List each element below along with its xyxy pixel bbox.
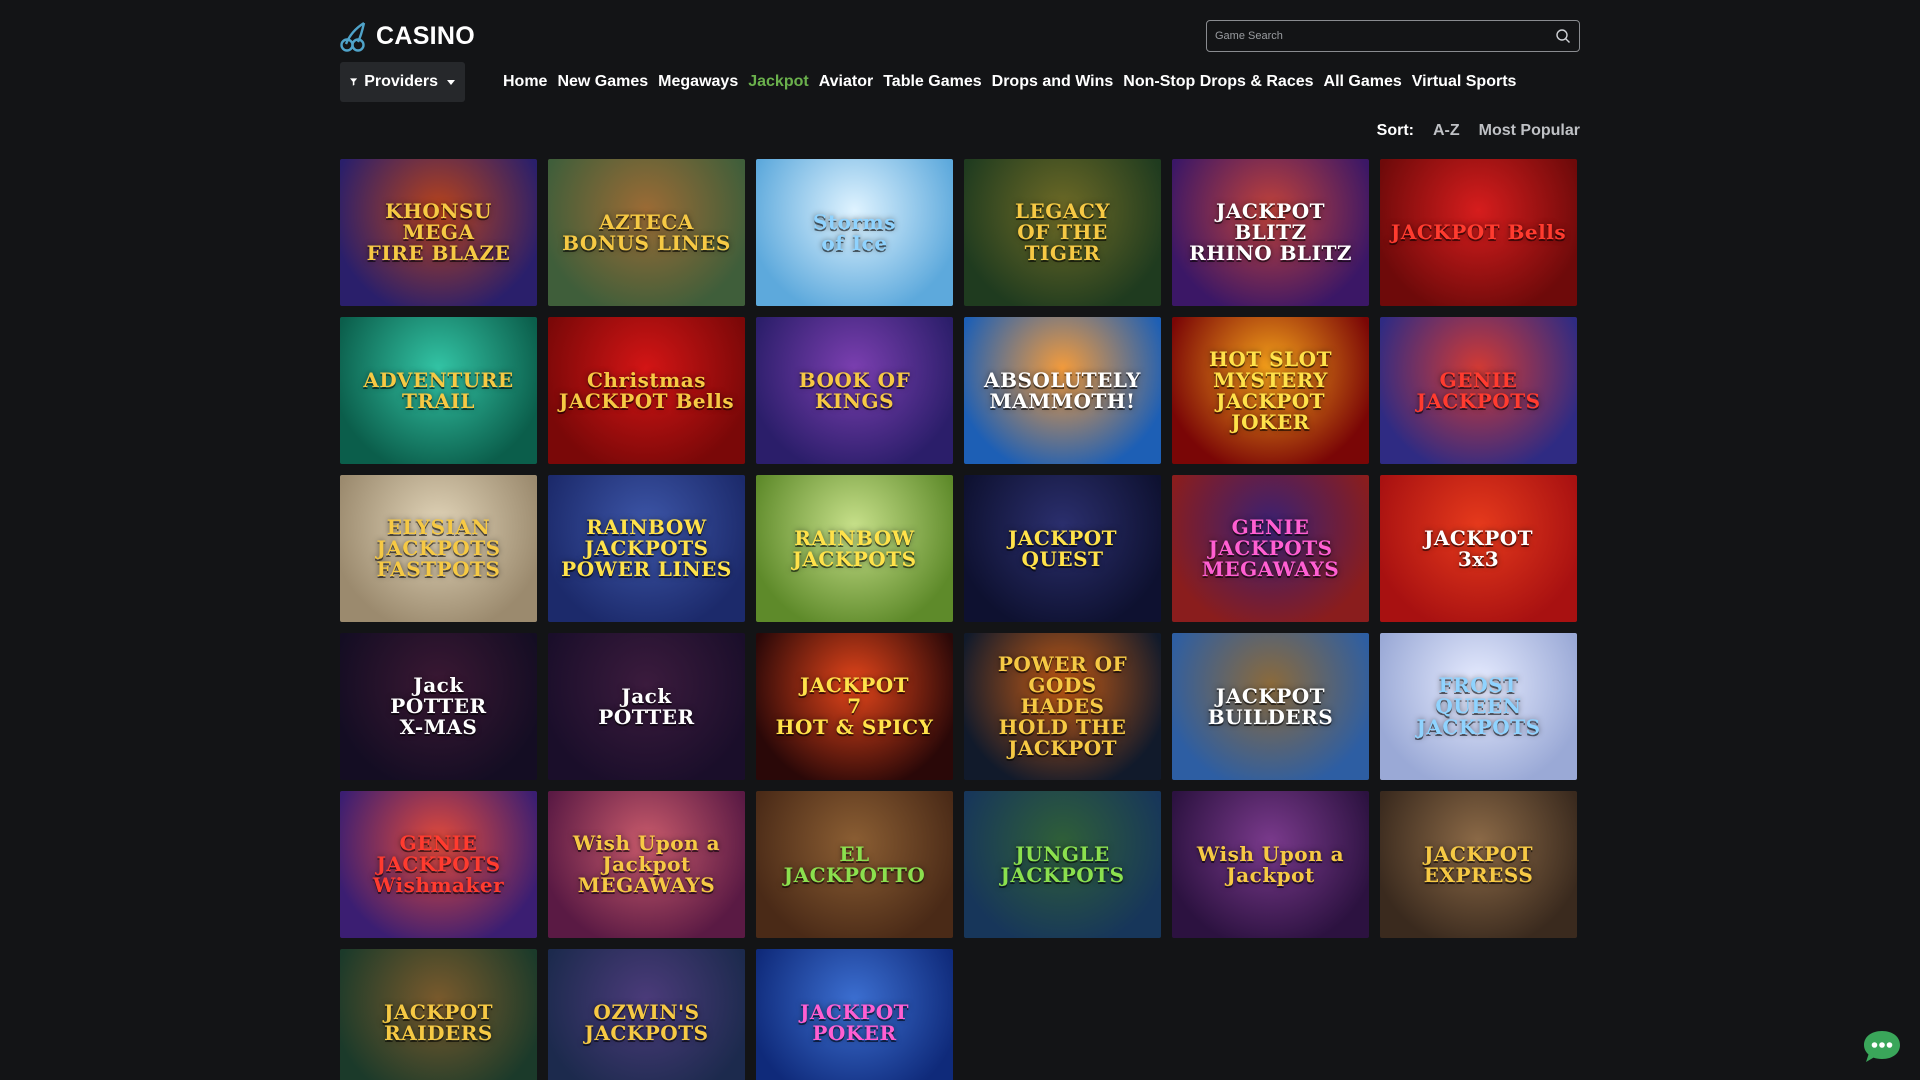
nav-item-all-games[interactable]: All Games [1324,73,1402,91]
game-title: Jack POTTER [598,683,695,729]
game-tile[interactable]: JACKPOT BLITZ RHINO BLITZ [1172,159,1369,306]
game-title: JACKPOT RAIDERS [383,999,494,1045]
game-tile[interactable]: GENIE JACKPOTS Wishmaker [340,791,537,938]
casino-logo[interactable]: CASINO [340,20,475,52]
game-tile[interactable]: HOT SLOT MYSTERY JACKPOT JOKER [1172,317,1369,464]
game-search-input[interactable] [1215,30,1555,42]
game-tile[interactable]: ABSOLUTELY MAMMOTH! [964,317,1161,464]
sort-bar: Sort: A-Z Most Popular [1377,122,1580,140]
game-title: ELYSIAN JACKPOTS FASTPOTS [376,515,501,581]
game-title: GENIE JACKPOTS Wishmaker [372,831,505,897]
game-tile[interactable]: GENIE JACKPOTS MEGAWAYS [1172,475,1369,622]
game-title: GENIE JACKPOTS MEGAWAYS [1201,515,1340,581]
game-title: Christmas JACKPOT Bells [558,367,735,413]
game-tile[interactable]: JACKPOT POKER [756,949,953,1080]
game-tile[interactable]: BOOK OF KINGS [756,317,953,464]
game-tile[interactable]: JACKPOT Bells [1380,159,1577,306]
game-title: POWER OF GODS HADES HOLD THE JACKPOT [997,652,1128,760]
game-tile[interactable]: OZWIN'S JACKPOTS [548,949,745,1080]
game-tile[interactable]: ADVENTURE TRAIL [340,317,537,464]
game-title: OZWIN'S JACKPOTS [584,999,709,1045]
game-tile[interactable]: JACKPOT RAIDERS [340,949,537,1080]
game-tile[interactable]: Christmas JACKPOT Bells [548,317,745,464]
cherry-logo-icon [340,21,366,52]
nav-item-aviator[interactable]: Aviator [819,73,874,91]
sort-label: Sort: [1376,122,1414,139]
nav-item-drops-and-wins[interactable]: Drops and Wins [992,73,1114,91]
game-title: AZTECA BONUS LINES [562,209,731,255]
game-title: HOT SLOT MYSTERY JACKPOT JOKER [1209,346,1332,434]
nav-item-virtual-sports[interactable]: Virtual Sports [1412,73,1517,91]
category-nav: Home New Games Megaways Jackpot Aviator Table… [503,73,1526,91]
chat-bubble-icon[interactable] [1862,1029,1902,1065]
game-tile[interactable]: RAINBOW JACKPOTS [756,475,953,622]
game-title: JACKPOT QUEST [1007,525,1118,571]
game-tile[interactable]: EL JACKPOTTO [756,791,953,938]
game-title: JACKPOT 3x3 [1423,525,1534,571]
game-tile[interactable]: Storms of Ice [756,159,953,306]
game-title: RAINBOW JACKPOTS POWER LINES [561,515,732,581]
game-tile[interactable]: Wish Upon a Jackpot MEGAWAYS [548,791,745,938]
providers-dropdown[interactable]: Providers [340,62,465,102]
game-title: JACKPOT Bells [1390,220,1567,244]
game-title: JACKPOT POKER [799,999,910,1045]
game-tile[interactable]: KHONSU MEGA FIRE BLAZE [340,159,537,306]
game-tile[interactable]: JACKPOT EXPRESS [1380,791,1577,938]
nav-item-new-games[interactable]: New Games [557,73,648,91]
game-tile[interactable]: Jack POTTER X-MAS [340,633,537,780]
game-title: BOOK OF KINGS [798,367,911,413]
chevron-down-icon [447,79,455,85]
search-icon[interactable] [1555,28,1571,44]
game-title: ADVENTURE TRAIL [363,367,514,413]
game-title: EL JACKPOTTO [783,841,926,887]
filter-icon [350,78,358,86]
game-title: JACKPOT EXPRESS [1423,841,1534,887]
game-tile[interactable]: JACKPOT 7 HOT & SPICY [756,633,953,780]
game-search-box[interactable] [1206,20,1580,52]
game-tile[interactable]: FROST QUEEN JACKPOTS [1380,633,1577,780]
game-title: Wish Upon a Jackpot MEGAWAYS [572,831,721,897]
game-title: Wish Upon a Jackpot [1196,841,1345,887]
game-title: GENIE JACKPOTS [1416,367,1541,413]
game-title: ABSOLUTELY MAMMOTH! [984,367,1141,413]
game-tile[interactable]: JUNGLE JACKPOTS [964,791,1161,938]
game-title: JACKPOT 7 HOT & SPICY [775,673,934,739]
game-tile[interactable]: LEGACY OF THE TIGER [964,159,1161,306]
game-tile[interactable]: RAINBOW JACKPOTS POWER LINES [548,475,745,622]
game-title: FROST QUEEN JACKPOTS [1416,673,1541,739]
page: CASINO Providers Home New Games Megaways Ja… [340,0,1580,1080]
game-title: LEGACY OF THE TIGER [1014,199,1111,265]
game-title: RAINBOW JACKPOTS [792,525,917,571]
game-tile[interactable]: GENIE JACKPOTS [1380,317,1577,464]
nav-item-home[interactable]: Home [503,73,547,91]
game-tile[interactable]: JACKPOT 3x3 [1380,475,1577,622]
game-title: KHONSU MEGA FIRE BLAZE [366,199,511,265]
nav-item-non-stop-drops-races[interactable]: Non-Stop Drops & Races [1123,73,1313,91]
game-title: JACKPOT BLITZ RHINO BLITZ [1189,199,1352,265]
nav-item-jackpot[interactable]: Jackpot [748,73,808,91]
game-tile[interactable]: JACKPOT BUILDERS [1172,633,1369,780]
nav-item-megaways[interactable]: Megaways [658,73,738,91]
providers-label: Providers [364,73,438,90]
nav-item-table-games[interactable]: Table Games [883,73,981,91]
game-tile[interactable]: ELYSIAN JACKPOTS FASTPOTS [340,475,537,622]
game-tile[interactable]: Wish Upon a Jackpot [1172,791,1369,938]
logo-text: CASINO [376,21,476,50]
game-tile[interactable]: Jack POTTER [548,633,745,780]
game-title: JUNGLE JACKPOTS [1000,841,1125,887]
sort-option-most-popular[interactable]: Most Popular [1479,122,1580,140]
sort-option-a-z[interactable]: A-Z [1433,122,1460,140]
game-tile[interactable]: JACKPOT QUEST [964,475,1161,622]
game-tile[interactable]: POWER OF GODS HADES HOLD THE JACKPOT [964,633,1161,780]
game-title: JACKPOT BUILDERS [1207,683,1334,729]
game-title: Storms of Ice [813,209,896,255]
game-title: Jack POTTER X-MAS [390,673,487,739]
game-grid: KHONSU MEGA FIRE BLAZE AZTECA BONUS LINES… [340,159,1580,1080]
game-tile[interactable]: AZTECA BONUS LINES [548,159,745,306]
